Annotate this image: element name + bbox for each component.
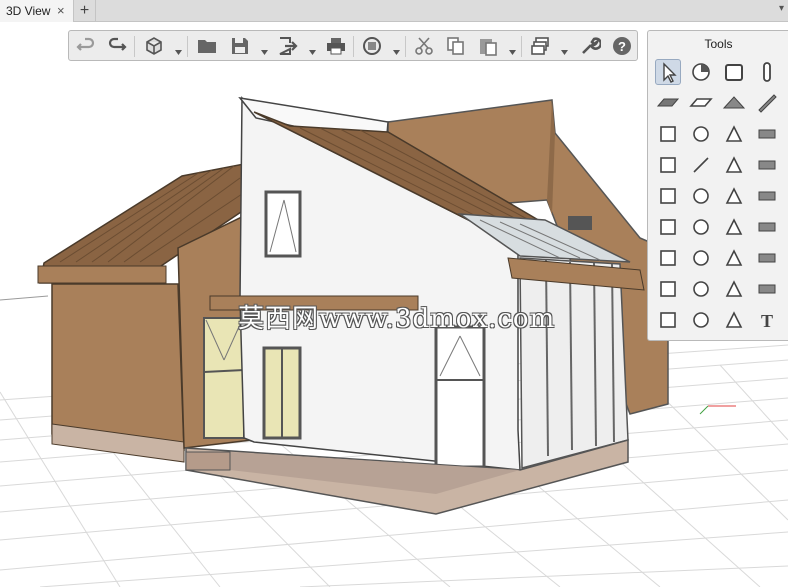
lamp-icon[interactable] (688, 245, 714, 271)
chevron-down-icon[interactable] (175, 43, 182, 55)
undo-icon[interactable] (75, 35, 97, 57)
chevron-down-icon[interactable] (261, 43, 268, 55)
layers-icon[interactable] (529, 35, 551, 57)
roof-icon[interactable] (721, 90, 747, 116)
help-icon[interactable]: ? (611, 35, 633, 57)
paste-icon[interactable] (477, 35, 499, 57)
rotate-view-icon[interactable] (361, 35, 383, 57)
appliance-icon[interactable] (655, 276, 681, 302)
print-icon[interactable] (325, 35, 347, 57)
fixture-icon[interactable] (655, 245, 681, 271)
floor-icon[interactable] (688, 90, 714, 116)
sphere-icon[interactable] (688, 276, 714, 302)
tools-title: Tools (704, 37, 733, 51)
redo-icon[interactable] (106, 35, 128, 57)
chevron-down-icon[interactable] (509, 43, 516, 55)
outlet-icon[interactable] (754, 245, 780, 271)
furniture-icon[interactable] (721, 152, 747, 178)
tools-palette: Tools T (647, 30, 788, 341)
toolbar-divider (405, 36, 406, 57)
main-toolbar: ? (68, 30, 638, 61)
ramp-icon[interactable] (688, 121, 714, 147)
chevron-down-icon[interactable] (309, 43, 316, 55)
plant-icon[interactable] (721, 183, 747, 209)
window-icon[interactable] (754, 121, 780, 147)
wall-icon[interactable] (721, 59, 747, 85)
material-icon[interactable] (688, 59, 714, 85)
svg-text:T: T (761, 311, 773, 331)
add-tab-button[interactable]: + (74, 0, 96, 22)
camera-icon[interactable] (721, 276, 747, 302)
dimension-icon[interactable] (655, 307, 681, 333)
chevron-down-icon[interactable]: ▾ (779, 3, 784, 14)
stair-icon[interactable] (655, 121, 681, 147)
cut-icon[interactable] (413, 35, 435, 57)
tab-label: 3D View (6, 4, 51, 18)
toolbar-divider (187, 36, 188, 57)
tab-bar: 3D View × + ▾ (0, 0, 788, 22)
select-pointer-icon[interactable] (655, 59, 681, 85)
chevron-down-icon[interactable] (561, 43, 568, 55)
hatch-icon[interactable] (721, 307, 747, 333)
view-cube-icon[interactable] (143, 35, 165, 57)
tab-3d-view[interactable]: 3D View × (0, 0, 74, 22)
toolbar-divider (353, 36, 354, 57)
open-folder-icon[interactable] (196, 35, 218, 57)
column-icon[interactable] (754, 59, 780, 85)
chevron-down-icon[interactable] (393, 43, 400, 55)
toilet-icon[interactable] (655, 183, 681, 209)
pipe-icon[interactable] (754, 183, 780, 209)
duct-icon[interactable] (754, 214, 780, 240)
washer-icon[interactable] (688, 183, 714, 209)
watermark-text: 莫西网www.3dmox.com (238, 304, 556, 334)
door-icon[interactable] (721, 121, 747, 147)
plumbing-icon[interactable] (655, 214, 681, 240)
spline-icon[interactable] (688, 307, 714, 333)
toolbar-divider (134, 36, 135, 57)
switch-icon[interactable] (721, 245, 747, 271)
export-icon[interactable] (277, 35, 299, 57)
fan-icon[interactable] (721, 214, 747, 240)
table-icon[interactable] (655, 152, 681, 178)
settings-wrench-icon[interactable] (579, 35, 603, 57)
copy-icon[interactable] (445, 35, 467, 57)
cabinet-icon[interactable] (754, 152, 780, 178)
electrical-icon[interactable] (688, 214, 714, 240)
save-icon[interactable] (229, 35, 251, 57)
svg-text:?: ? (618, 39, 626, 54)
slab-icon[interactable] (655, 90, 681, 116)
toolbar-divider (521, 36, 522, 57)
socket-icon[interactable] (754, 276, 780, 302)
line-icon[interactable] (688, 152, 714, 178)
close-icon[interactable]: × (57, 3, 65, 18)
beam-icon[interactable] (754, 90, 780, 116)
text-icon[interactable]: T (754, 307, 780, 333)
